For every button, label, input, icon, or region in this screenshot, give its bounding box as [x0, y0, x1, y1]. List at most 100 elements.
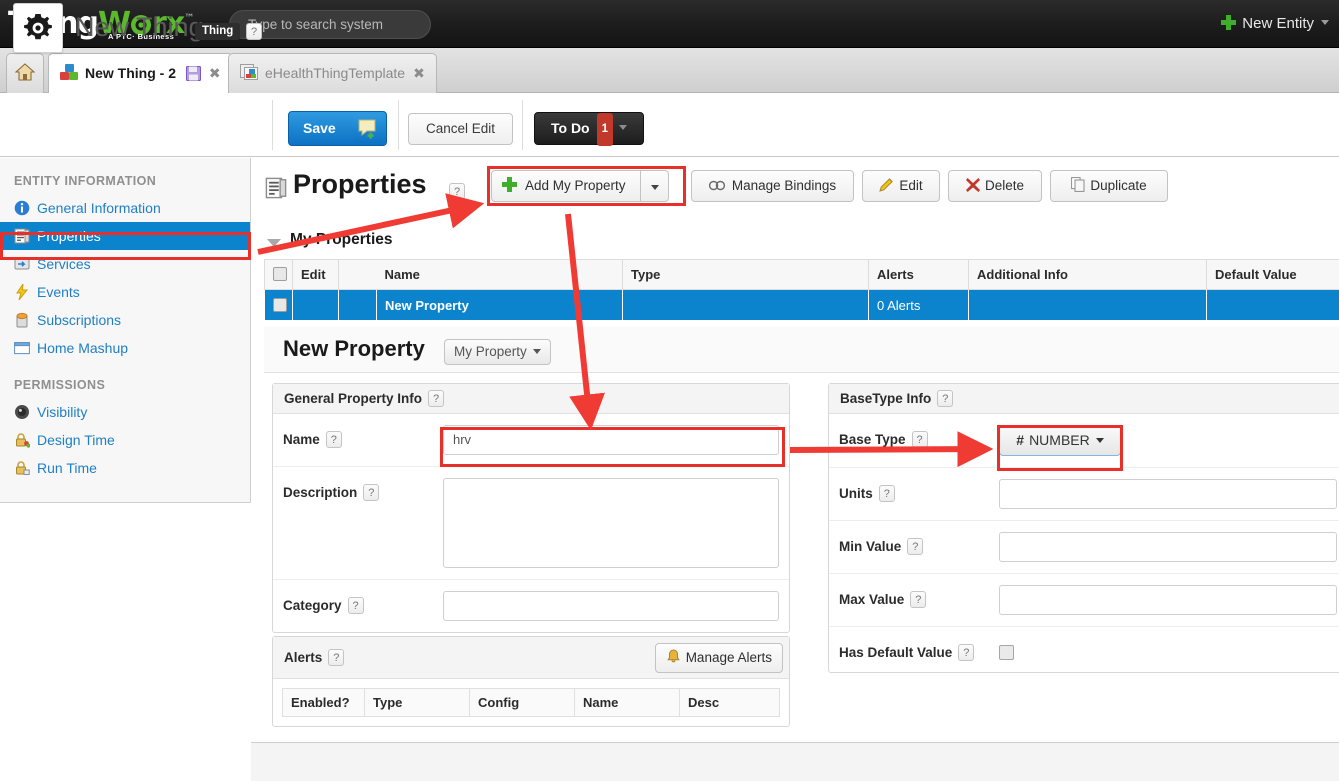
- save-label: Save: [303, 120, 336, 136]
- alerts-panel: Alerts? Manage Alerts Enabled? Type Conf…: [272, 636, 790, 727]
- category-help-icon[interactable]: ?: [347, 597, 364, 614]
- content-footer: [251, 742, 1339, 781]
- manage-bindings-label: Manage Bindings: [731, 178, 837, 193]
- sidebar-item-general-information[interactable]: General Information: [0, 194, 250, 222]
- basetype-panel-label: BaseType Info: [840, 391, 932, 406]
- basetype-help-icon[interactable]: ?: [937, 390, 954, 407]
- red-x-icon: [965, 178, 980, 192]
- base-type-field-label: Base Type?: [839, 425, 999, 448]
- name-input[interactable]: hrv: [443, 425, 779, 455]
- sidebar-item-subscriptions[interactable]: Subscriptions: [0, 306, 250, 334]
- max-value-input[interactable]: [999, 585, 1337, 615]
- property-editor-header: New Property My Property: [264, 327, 1339, 373]
- alerts-help-icon[interactable]: ?: [328, 649, 345, 666]
- description-help-icon[interactable]: ?: [363, 484, 380, 501]
- sidebar-item-events[interactable]: Events: [0, 278, 250, 306]
- sidebar-item-label: Properties: [37, 228, 101, 244]
- properties-list-icon: [265, 177, 287, 199]
- has-default-value-checkbox[interactable]: [999, 645, 1014, 660]
- basetype-info-panel: BaseType Info? Base Type? # NUMBER Units?…: [828, 383, 1339, 673]
- units-help-icon[interactable]: ?: [878, 485, 895, 502]
- duplicate-button[interactable]: Duplicate: [1050, 170, 1168, 202]
- entity-gear-badge: [13, 3, 63, 53]
- base-type-select[interactable]: # NUMBER: [999, 425, 1121, 456]
- edit-label: Edit: [899, 178, 923, 193]
- sidebar-item-label: Design Time: [37, 432, 115, 448]
- lightning-icon: [16, 284, 29, 300]
- col-select[interactable]: [264, 259, 293, 290]
- properties-help-icon[interactable]: ?: [449, 183, 465, 200]
- manage-alerts-button[interactable]: Manage Alerts: [654, 643, 783, 673]
- add-my-property-button[interactable]: Add My Property: [491, 170, 641, 202]
- alerts-col-desc: Desc: [679, 688, 780, 717]
- tab-strip: New Thing - 2 ✖ eHealthThingTemplate ✖: [0, 48, 1339, 93]
- base-type-value: NUMBER: [1029, 432, 1090, 448]
- has-default-value-help-icon[interactable]: ?: [958, 644, 975, 661]
- table-row[interactable]: New Property 0 Alerts: [264, 289, 1339, 321]
- new-entity-button[interactable]: New Entity: [1221, 12, 1329, 36]
- has-default-value-label-text: Has Default Value: [839, 645, 953, 660]
- lock-design-icon: [16, 433, 30, 448]
- services-icon: [14, 258, 30, 270]
- tab-ehealththingtemplate[interactable]: eHealthThingTemplate ✖: [228, 53, 437, 93]
- general-help-icon[interactable]: ?: [428, 390, 445, 407]
- row-checkbox[interactable]: [273, 297, 287, 312]
- col-additional-info: Additional Info: [968, 259, 1207, 290]
- tab-close-icon[interactable]: ✖: [413, 65, 425, 81]
- edit-button[interactable]: Edit: [862, 170, 940, 202]
- delete-label: Delete: [984, 178, 1025, 193]
- properties-list-icon: [14, 228, 30, 244]
- row-spacer-cell: [338, 289, 377, 321]
- home-icon: [14, 63, 36, 81]
- property-scope-select[interactable]: My Property: [444, 339, 551, 365]
- sidebar-group-permissions: PERMISSIONS: [14, 378, 106, 392]
- save-button[interactable]: Save: [288, 111, 387, 146]
- min-value-help-icon[interactable]: ?: [907, 538, 924, 555]
- delete-button[interactable]: Delete: [948, 170, 1042, 202]
- tab-close-icon[interactable]: ✖: [209, 65, 221, 81]
- max-value-help-icon[interactable]: ?: [910, 591, 927, 608]
- row-edit-cell[interactable]: [292, 289, 339, 321]
- alerts-col-type: Type: [364, 688, 470, 717]
- select-all-checkbox[interactable]: [273, 267, 287, 281]
- properties-table: Edit Name Type Alerts Additional Info De…: [264, 259, 1339, 321]
- plus-icon: [502, 177, 517, 192]
- units-field-label: Units?: [839, 479, 999, 502]
- todo-button[interactable]: To Do 1: [534, 112, 644, 146]
- chat-bubble-icon[interactable]: [353, 114, 383, 143]
- sidebar-item-design-time[interactable]: Design Time: [0, 426, 250, 454]
- sidebar-group-entity-information: ENTITY INFORMATION: [14, 174, 157, 188]
- units-input[interactable]: [999, 479, 1337, 509]
- sidebar-item-home-mashup[interactable]: Home Mashup: [0, 334, 250, 362]
- sidebar-item-label: Services: [37, 256, 91, 272]
- entity-type-badge: Thing: [195, 23, 241, 40]
- pencil-icon: [879, 178, 894, 192]
- sidebar-item-services[interactable]: Services: [0, 250, 250, 278]
- save-disk-icon[interactable]: [185, 66, 201, 81]
- general-panel-label: General Property Info: [284, 391, 423, 406]
- field-row-category: Category?: [273, 580, 789, 632]
- base-type-help-icon[interactable]: ?: [911, 431, 928, 448]
- tab-label: New Thing - 2: [85, 65, 176, 81]
- basetype-info-title: BaseType Info?: [829, 384, 1339, 414]
- name-help-icon[interactable]: ?: [325, 431, 342, 448]
- row-select-cell[interactable]: [264, 289, 293, 321]
- general-property-info-panel: General Property Info? Name? hrv Descrip…: [272, 383, 790, 633]
- description-textarea[interactable]: [443, 478, 779, 568]
- min-value-input[interactable]: [999, 532, 1337, 562]
- col-spacer: [338, 259, 377, 290]
- sidebar-item-visibility[interactable]: Visibility: [0, 398, 250, 426]
- add-my-property-dropdown[interactable]: [641, 170, 669, 202]
- todo-label: To Do: [550, 120, 590, 136]
- chevron-down-icon: [1095, 438, 1104, 443]
- sidebar-item-run-time[interactable]: Run Time: [0, 454, 250, 482]
- category-input[interactable]: [443, 591, 779, 621]
- entity-help-icon[interactable]: ?: [246, 23, 262, 40]
- cancel-edit-button[interactable]: Cancel Edit: [408, 113, 513, 145]
- my-properties-collapse-icon[interactable]: [267, 239, 281, 247]
- manage-bindings-button[interactable]: Manage Bindings: [691, 170, 854, 202]
- tab-new-thing-2[interactable]: New Thing - 2 ✖: [48, 53, 233, 93]
- sidebar-item-properties[interactable]: Properties: [0, 222, 250, 250]
- gear-icon: [24, 13, 52, 40]
- tab-home[interactable]: [6, 53, 44, 93]
